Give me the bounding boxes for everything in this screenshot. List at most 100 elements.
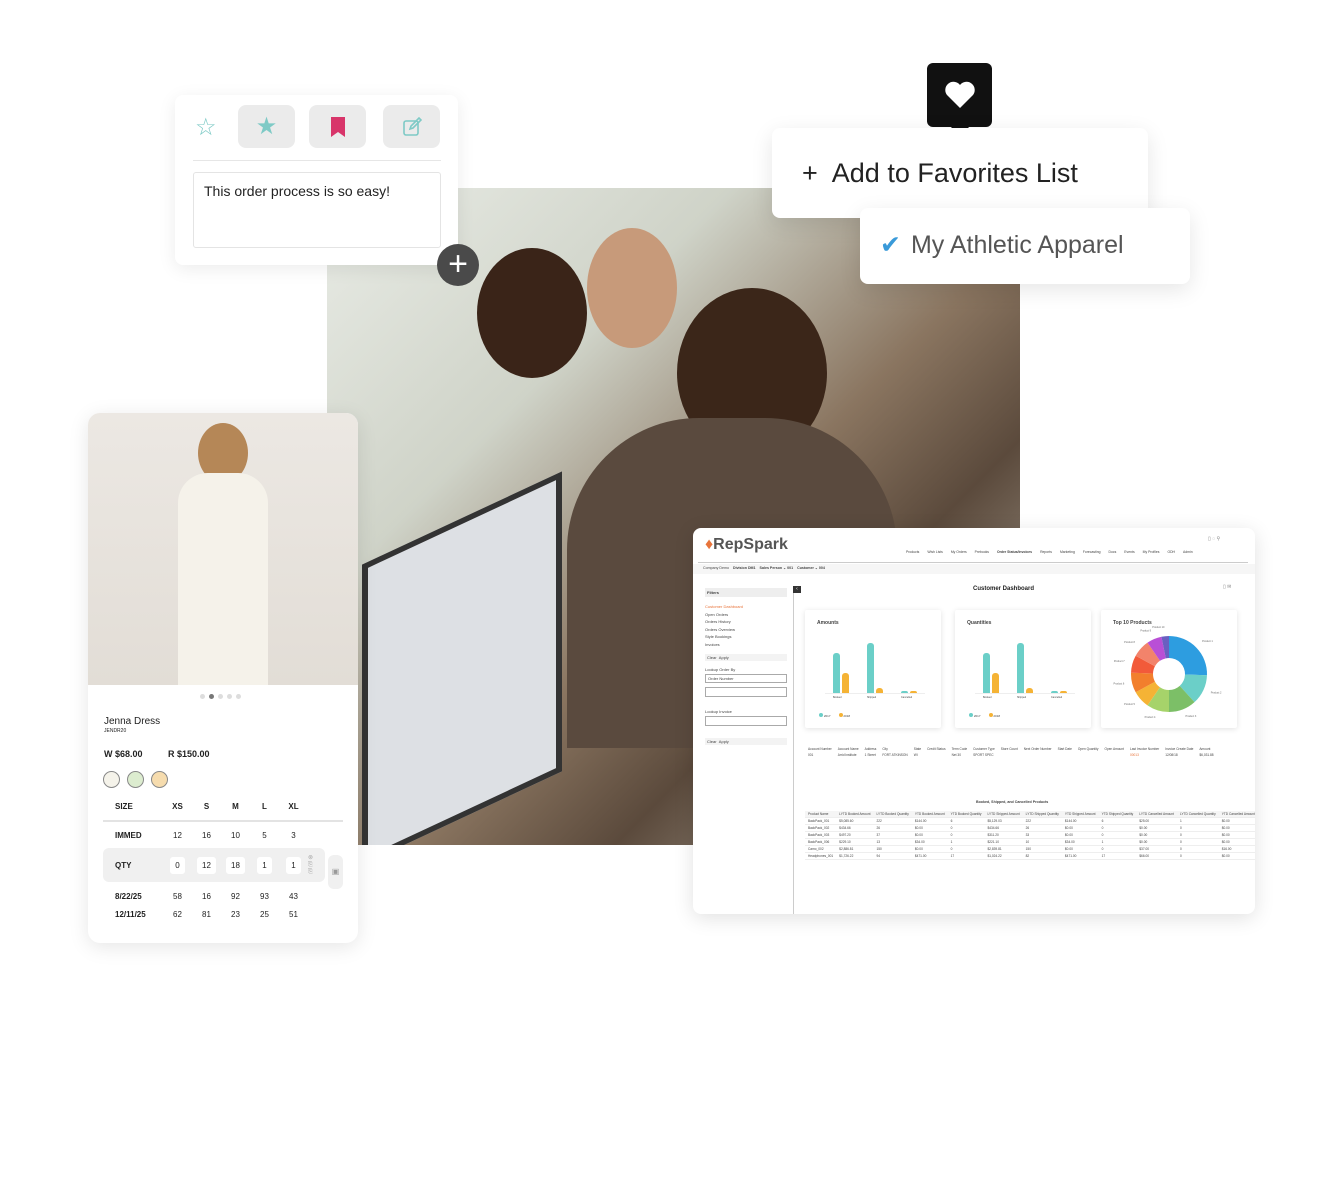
size: S bbox=[203, 801, 210, 811]
export-icons[interactable]: ▯ ✉ bbox=[1223, 584, 1231, 590]
bar[interactable] bbox=[910, 691, 917, 693]
bookmark-icon bbox=[330, 116, 345, 137]
bar[interactable] bbox=[992, 673, 999, 693]
order-lookup-input[interactable] bbox=[705, 687, 787, 697]
favorites-list-item[interactable]: ✔ My Athletic Apparel bbox=[860, 208, 1190, 284]
swatch[interactable] bbox=[103, 771, 120, 788]
order-lookup-select[interactable]: Order Number bbox=[705, 674, 787, 683]
slice-label: Product 7 bbox=[1114, 660, 1125, 663]
nav-item[interactable]: Docs bbox=[1109, 550, 1117, 554]
bar[interactable] bbox=[901, 690, 908, 693]
table-cell: 0 bbox=[1101, 847, 1104, 851]
table-cell: $2,886.81 bbox=[839, 847, 854, 851]
bar[interactable] bbox=[842, 673, 849, 693]
carousel-dots[interactable] bbox=[200, 694, 241, 699]
bar[interactable] bbox=[833, 653, 840, 693]
qty-input[interactable]: 12 bbox=[197, 856, 216, 874]
qty-input[interactable]: 0 bbox=[170, 856, 185, 874]
table-cell: 6 bbox=[950, 819, 953, 823]
edit-icon bbox=[402, 116, 422, 136]
calendar-icon[interactable]: ▣ bbox=[328, 855, 343, 889]
nav-item[interactable]: Events bbox=[1124, 550, 1134, 554]
table-cell: $0.00 bbox=[1221, 854, 1230, 858]
table-cell: 0 bbox=[1179, 833, 1182, 837]
nav-item[interactable]: Forecasting bbox=[1083, 550, 1101, 554]
legend-item[interactable]: 2017 bbox=[969, 713, 981, 718]
swatch[interactable] bbox=[127, 771, 144, 788]
nav-item[interactable]: My Profiles bbox=[1143, 550, 1160, 554]
invoice-lookup-input[interactable] bbox=[705, 716, 787, 726]
laptop bbox=[362, 471, 562, 845]
qty-input[interactable]: 1 bbox=[257, 856, 272, 874]
add-to-favorites-button[interactable]: + Add to Favorites List bbox=[772, 128, 1148, 218]
product-image bbox=[88, 413, 358, 685]
bar[interactable] bbox=[1026, 688, 1033, 693]
table-cell: $0.00 bbox=[1221, 819, 1230, 823]
row-actions-icon[interactable]: ⊗ ⎘ ⎘ bbox=[308, 855, 313, 876]
clear-button[interactable]: Clear bbox=[707, 739, 717, 744]
nav-item[interactable]: Wish Lists bbox=[927, 550, 942, 554]
add-button[interactable]: + bbox=[437, 244, 479, 286]
note-input[interactable]: This order process is so easy! bbox=[193, 172, 441, 248]
sales-person-select[interactable]: Sales Person ⌄ 001 bbox=[760, 566, 794, 570]
filter-item[interactable]: Orders Overview bbox=[705, 626, 787, 634]
table-cell: 1 bbox=[950, 840, 953, 844]
collapse-filters-button[interactable]: ‹ bbox=[793, 586, 801, 593]
nav-item[interactable]: Marketing bbox=[1060, 550, 1075, 554]
apply-button[interactable]: Apply bbox=[719, 655, 729, 660]
bsc-title: Booked, Shipped, and Cancelled Products bbox=[976, 800, 1049, 804]
nav-item[interactable]: ODH bbox=[1167, 550, 1175, 554]
company: Company Demo bbox=[703, 566, 729, 570]
nav-item[interactable]: Prebooks bbox=[975, 550, 989, 554]
qty-input[interactable]: 1 bbox=[286, 856, 301, 874]
customer-select[interactable]: Customer ⌄ 004 bbox=[797, 566, 825, 570]
bar[interactable] bbox=[1060, 691, 1067, 693]
clear-button[interactable]: Clear bbox=[707, 655, 717, 660]
bar[interactable] bbox=[867, 643, 874, 693]
note-card: ☆ ★ This order process is so easy! bbox=[175, 95, 458, 265]
filter-item[interactable]: Open Orders bbox=[705, 611, 787, 619]
nav-item[interactable]: Admin bbox=[1183, 550, 1193, 554]
bookmark-button[interactable] bbox=[309, 105, 366, 148]
qty-input[interactable]: 18 bbox=[226, 856, 245, 874]
lookup-invoice-label: Lookup Invoice bbox=[705, 709, 732, 714]
filter-item[interactable]: Style Bookings bbox=[705, 633, 787, 641]
bar[interactable] bbox=[1051, 690, 1058, 693]
filter-item[interactable]: Invoices bbox=[705, 641, 787, 649]
nav-item[interactable]: My Orders bbox=[951, 550, 967, 554]
slice-label: Product 6 bbox=[1114, 683, 1125, 686]
bar[interactable] bbox=[876, 688, 883, 693]
table-cell: $0.00 bbox=[1139, 833, 1148, 837]
cell: 92 bbox=[231, 891, 240, 901]
cell: 16 bbox=[202, 830, 211, 840]
table-cell: 26 bbox=[876, 826, 881, 830]
table-cell: 001 bbox=[808, 753, 814, 757]
favorite-button[interactable]: ★ bbox=[238, 105, 295, 148]
filter-item[interactable]: Customer Dashboard bbox=[705, 603, 787, 611]
cell: 12 bbox=[173, 830, 182, 840]
nav-item[interactable]: Reports bbox=[1040, 550, 1052, 554]
table-cell: $0.00 bbox=[1221, 833, 1230, 837]
filter-item[interactable]: Orders History bbox=[705, 618, 787, 626]
header-icons[interactable]: ▯ ◌ ⚲ bbox=[1208, 536, 1220, 542]
swatch[interactable] bbox=[151, 771, 168, 788]
edit-button[interactable] bbox=[383, 105, 440, 148]
x-tick-label: Shipped bbox=[1017, 696, 1027, 699]
legend-label: 2017 bbox=[973, 714, 981, 718]
apply-button[interactable]: Apply bbox=[719, 739, 729, 744]
legend-item[interactable]: 2018 bbox=[988, 713, 1000, 718]
table-cell: $311.20 bbox=[987, 833, 999, 837]
table-cell: 10 bbox=[1025, 840, 1030, 844]
legend-item[interactable]: 2018 bbox=[838, 713, 850, 718]
bar[interactable] bbox=[1017, 643, 1024, 693]
table-cell: 222 bbox=[1025, 819, 1031, 823]
bar[interactable] bbox=[983, 653, 990, 693]
star-outline-icon[interactable]: ☆ bbox=[195, 113, 217, 142]
table-cell: 0 bbox=[950, 833, 953, 837]
nav-item[interactable]: Order Status/Invoices bbox=[997, 550, 1032, 554]
cell: 23 bbox=[231, 909, 240, 919]
legend-item[interactable]: 2017 bbox=[819, 713, 831, 718]
slice-label: Product 10 bbox=[1152, 626, 1165, 629]
nav-item[interactable]: Products bbox=[906, 550, 919, 554]
logo-text: RepSpark bbox=[713, 536, 788, 553]
